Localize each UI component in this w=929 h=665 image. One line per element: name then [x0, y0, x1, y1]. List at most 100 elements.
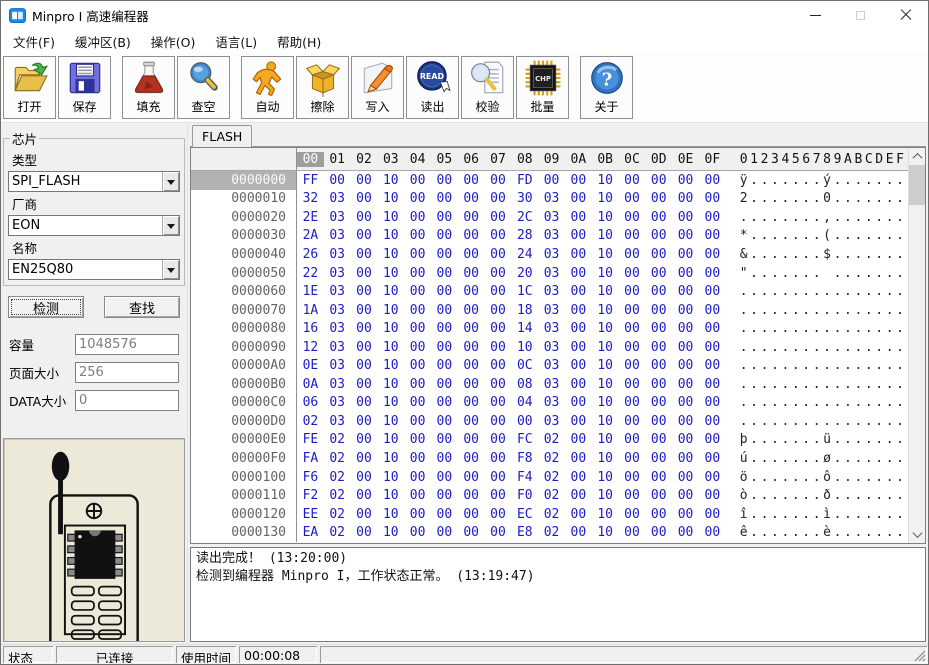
byte-cell[interactable]: 00: [619, 525, 646, 540]
byte-cell[interactable]: 00: [699, 228, 726, 243]
byte-cell[interactable]: 2C: [511, 210, 538, 225]
byte-cell[interactable]: 00: [485, 266, 512, 281]
byte-cell[interactable]: 00: [404, 266, 431, 281]
byte-cell[interactable]: 00: [431, 377, 458, 392]
byte-cell[interactable]: 03: [538, 210, 565, 225]
hex-editor[interactable]: 000102030405060708090A0B0C0D0E0F01234567…: [190, 147, 926, 544]
byte-cell[interactable]: 00: [645, 395, 672, 410]
byte-cell[interactable]: 02: [538, 432, 565, 447]
byte-cell[interactable]: 00: [619, 451, 646, 466]
byte-cell[interactable]: 00: [431, 210, 458, 225]
byte-cell[interactable]: 10: [592, 303, 619, 318]
byte-cell[interactable]: 00: [431, 266, 458, 281]
ascii-cell[interactable]: ................: [740, 284, 907, 299]
byte-cell[interactable]: 03: [324, 284, 351, 299]
byte-cell[interactable]: EC: [511, 507, 538, 522]
byte-cell[interactable]: 00: [458, 191, 485, 206]
byte-cell[interactable]: 10: [592, 451, 619, 466]
byte-cell[interactable]: 00: [431, 358, 458, 373]
byte-cell[interactable]: 10: [592, 525, 619, 540]
byte-cell[interactable]: 00: [699, 488, 726, 503]
byte-cell[interactable]: F4: [511, 470, 538, 485]
byte-cell[interactable]: 12: [297, 340, 324, 355]
byte-cell[interactable]: 00: [565, 432, 592, 447]
tab-flash[interactable]: FLASH: [192, 125, 252, 147]
byte-cell[interactable]: 03: [538, 358, 565, 373]
write-button[interactable]: 写入: [351, 56, 404, 119]
hex-scrollbar[interactable]: [908, 148, 925, 543]
byte-cell[interactable]: 00: [351, 488, 378, 503]
byte-cell[interactable]: 03: [324, 210, 351, 225]
byte-cell[interactable]: 00: [458, 228, 485, 243]
byte-cell[interactable]: 14: [511, 321, 538, 336]
byte-cell[interactable]: 00: [672, 191, 699, 206]
byte-cell[interactable]: 00: [619, 247, 646, 262]
fill-button[interactable]: 填充: [122, 56, 175, 119]
byte-cell[interactable]: 00: [404, 358, 431, 373]
byte-cell[interactable]: 02: [538, 470, 565, 485]
byte-cell[interactable]: 10: [377, 191, 404, 206]
byte-cell[interactable]: 00: [431, 488, 458, 503]
byte-cell[interactable]: 10: [377, 210, 404, 225]
byte-cell[interactable]: 00: [565, 488, 592, 503]
byte-cell[interactable]: 26: [297, 247, 324, 262]
byte-cell[interactable]: 00: [619, 377, 646, 392]
byte-cell[interactable]: 00: [404, 321, 431, 336]
byte-cell[interactable]: 00: [699, 247, 726, 262]
byte-cell[interactable]: 22: [297, 266, 324, 281]
page-size-field[interactable]: 256: [75, 362, 179, 383]
byte-cell[interactable]: 10: [592, 228, 619, 243]
byte-cell[interactable]: 00: [485, 173, 512, 188]
byte-cell[interactable]: 00: [458, 358, 485, 373]
byte-cell[interactable]: 00: [431, 284, 458, 299]
byte-cell[interactable]: 00: [351, 377, 378, 392]
byte-cell[interactable]: 00: [699, 191, 726, 206]
byte-cell[interactable]: 03: [538, 321, 565, 336]
byte-cell[interactable]: 03: [324, 395, 351, 410]
about-button[interactable]: ?关于: [580, 56, 633, 119]
byte-cell[interactable]: 03: [538, 247, 565, 262]
byte-cell[interactable]: 18: [511, 303, 538, 318]
byte-cell[interactable]: 00: [458, 284, 485, 299]
byte-cell[interactable]: 10: [377, 488, 404, 503]
byte-cell[interactable]: 00: [672, 507, 699, 522]
byte-cell[interactable]: 02: [324, 507, 351, 522]
ascii-cell[interactable]: ú.......ø.......: [740, 451, 907, 466]
byte-cell[interactable]: 00: [565, 191, 592, 206]
minimize-button[interactable]: [793, 1, 838, 29]
ascii-cell[interactable]: ................: [740, 377, 907, 392]
menu-item[interactable]: 缓冲区(B): [65, 28, 141, 55]
byte-cell[interactable]: 00: [485, 377, 512, 392]
byte-cell[interactable]: 00: [672, 414, 699, 429]
byte-cell[interactable]: 00: [672, 432, 699, 447]
byte-cell[interactable]: 00: [672, 303, 699, 318]
byte-cell[interactable]: 00: [458, 173, 485, 188]
byte-cell[interactable]: 00: [645, 303, 672, 318]
byte-cell[interactable]: 00: [672, 395, 699, 410]
byte-cell[interactable]: 00: [699, 321, 726, 336]
byte-cell[interactable]: 10: [592, 507, 619, 522]
byte-cell[interactable]: 00: [672, 358, 699, 373]
byte-cell[interactable]: 03: [538, 340, 565, 355]
byte-cell[interactable]: 00: [565, 266, 592, 281]
byte-cell[interactable]: 00: [324, 173, 351, 188]
byte-cell[interactable]: 10: [377, 228, 404, 243]
byte-cell[interactable]: FA: [297, 451, 324, 466]
byte-cell[interactable]: 10: [592, 266, 619, 281]
byte-cell[interactable]: 10: [377, 340, 404, 355]
byte-cell[interactable]: 00: [404, 525, 431, 540]
byte-cell[interactable]: 00: [485, 470, 512, 485]
byte-cell[interactable]: 00: [404, 414, 431, 429]
byte-cell[interactable]: 00: [565, 451, 592, 466]
byte-cell[interactable]: 00: [699, 507, 726, 522]
byte-cell[interactable]: 00: [619, 228, 646, 243]
byte-cell[interactable]: 00: [485, 488, 512, 503]
byte-cell[interactable]: 00: [699, 210, 726, 225]
byte-cell[interactable]: 00: [485, 228, 512, 243]
byte-cell[interactable]: F2: [297, 488, 324, 503]
byte-cell[interactable]: 00: [672, 488, 699, 503]
byte-cell[interactable]: 03: [324, 228, 351, 243]
byte-cell[interactable]: 00: [699, 340, 726, 355]
byte-cell[interactable]: 00: [404, 488, 431, 503]
byte-cell[interactable]: 03: [538, 377, 565, 392]
